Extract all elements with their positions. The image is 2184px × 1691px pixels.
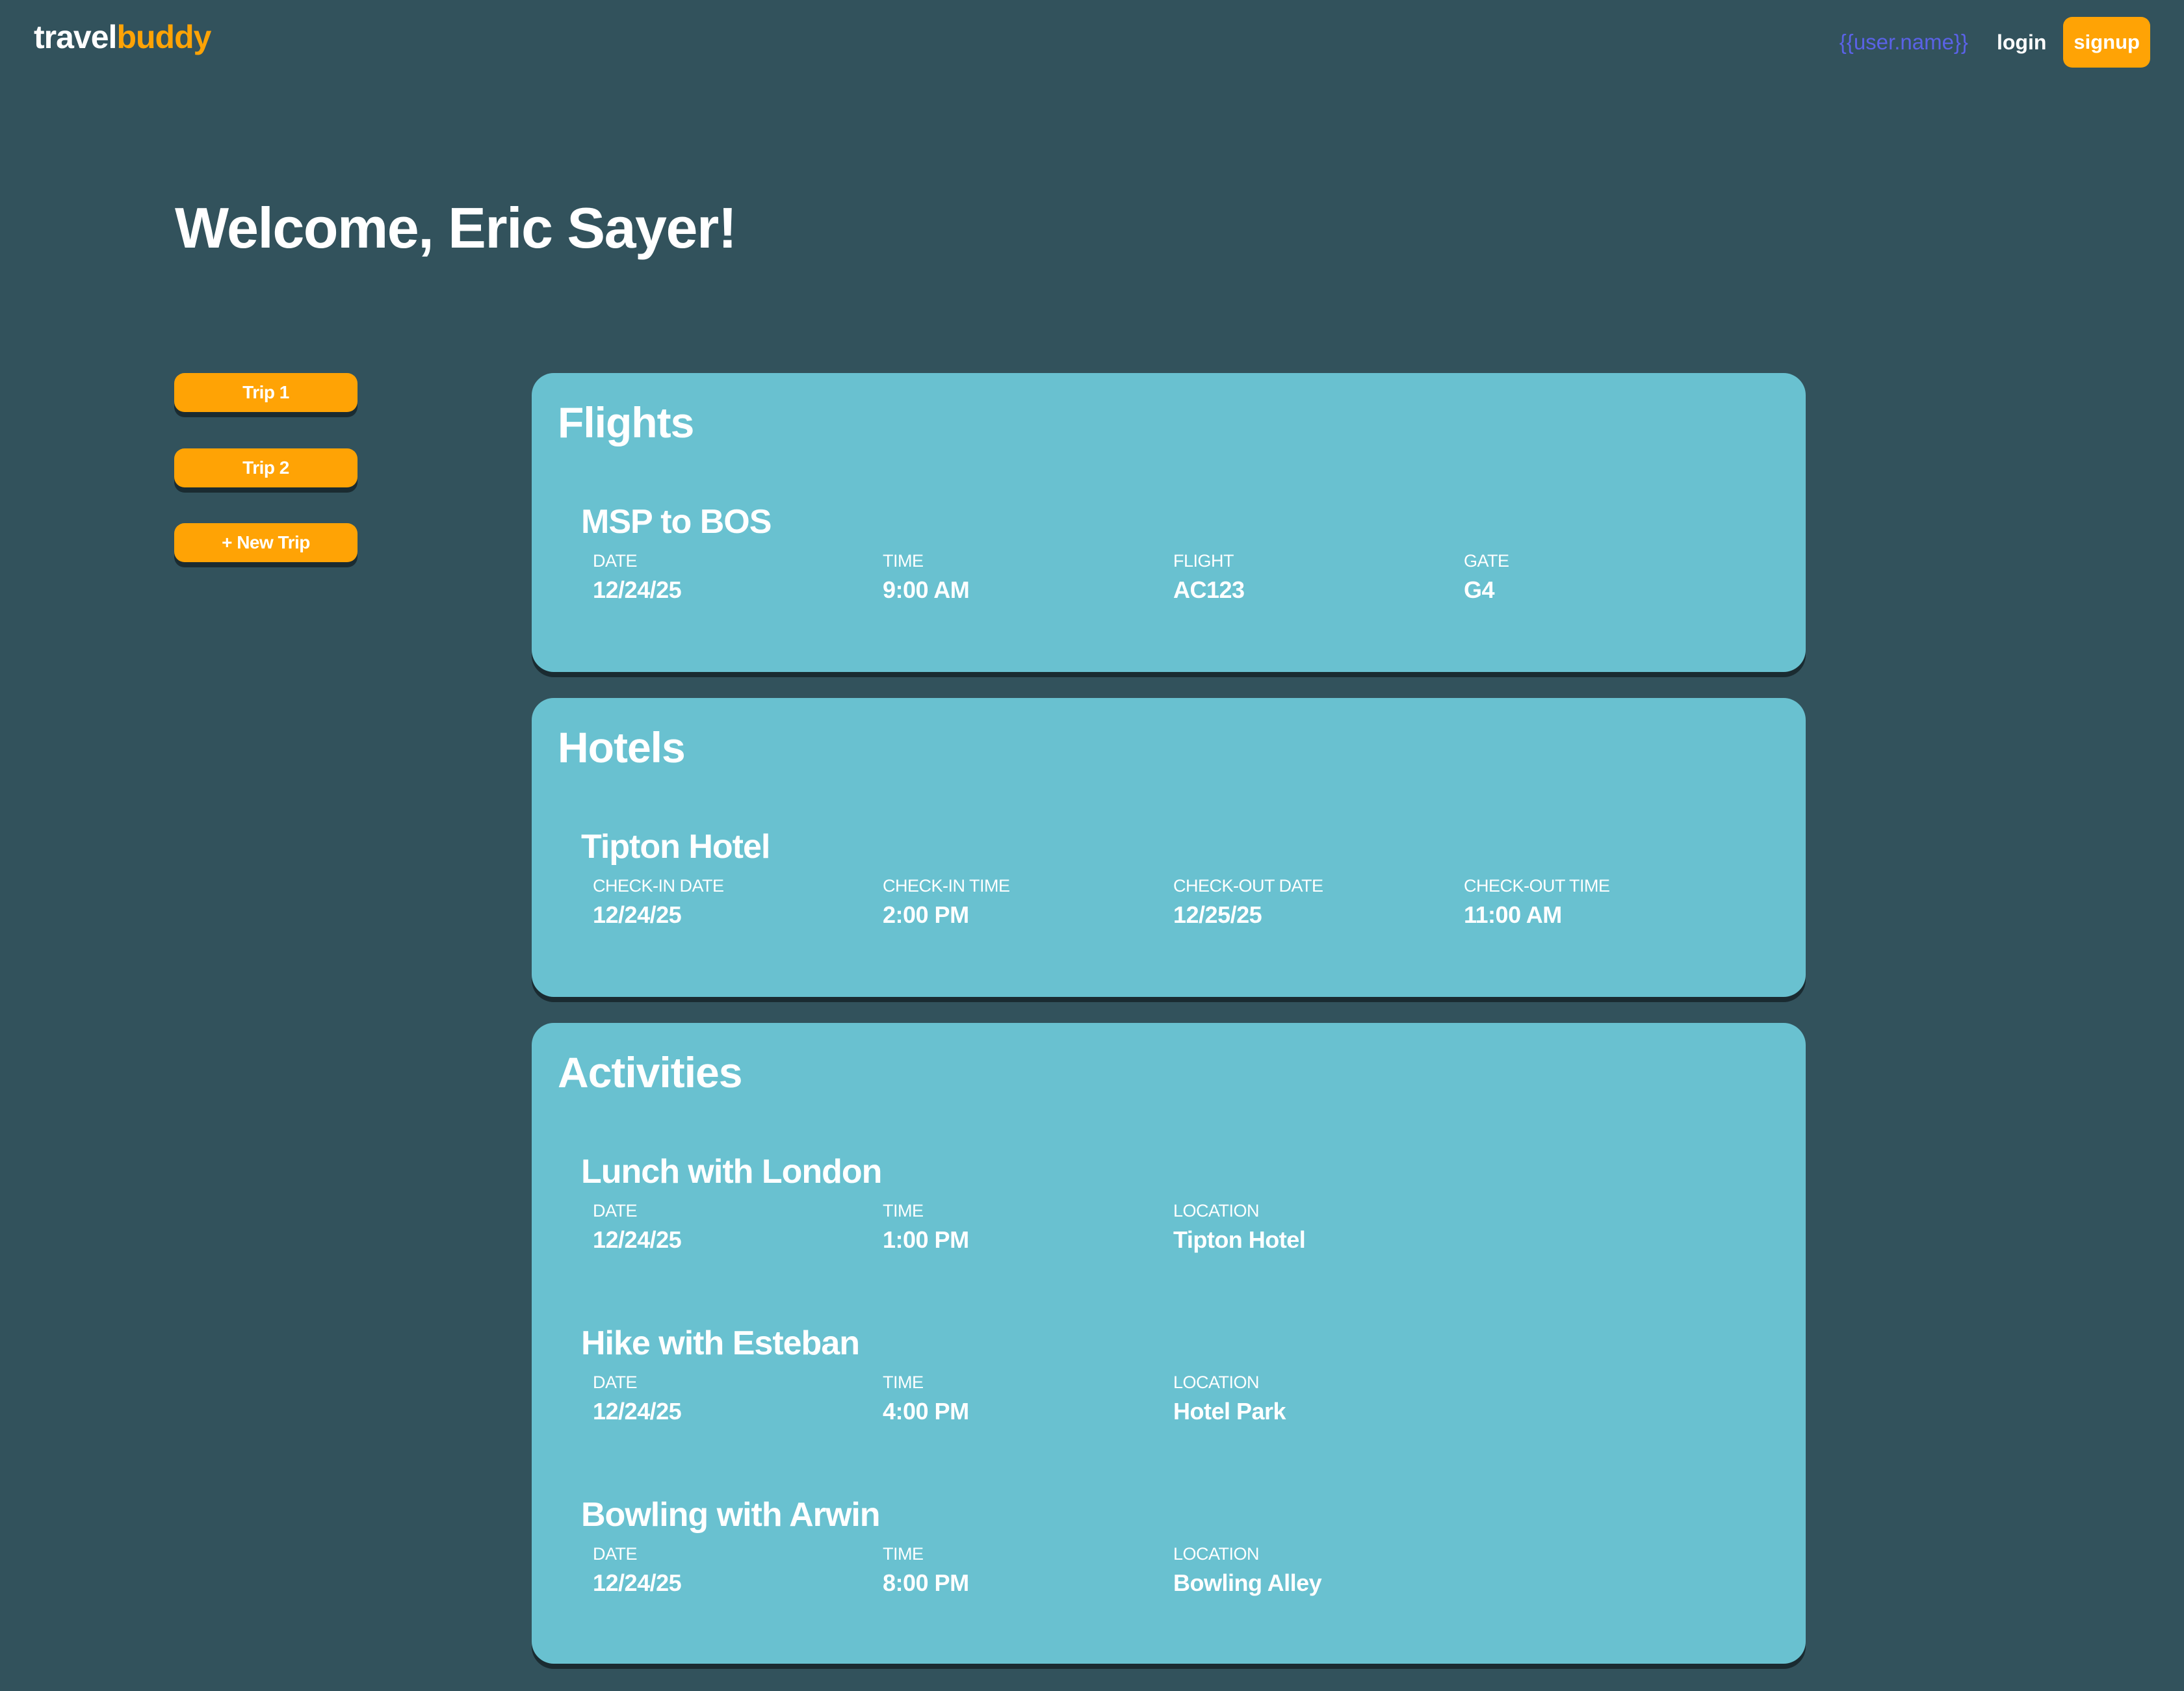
activity-time-field: TIME 8:00 PM [883,1538,969,1597]
top-navbar: travelbuddy {{user.name}} login signup [0,0,2184,84]
field-label: DATE [593,551,638,571]
welcome-heading: Welcome, Eric Sayer! [175,196,737,260]
signup-button[interactable]: signup [2063,17,2150,68]
field-label: FLIGHT [1173,551,1234,571]
activity-location-field: LOCATION Hotel Park [1173,1366,1286,1425]
activity-title: Lunch with London [581,1153,882,1191]
activity-details: DATE 12/24/25 TIME 1:00 PM LOCATION Tipt… [581,1194,1777,1266]
flights-card: Flights MSP to BOS DATE 12/24/25 TIME 9:… [532,373,1806,672]
field-label: DATE [593,1373,638,1392]
field-value: 4:00 PM [883,1398,969,1425]
activity-item: Lunch with London DATE 12/24/25 TIME 1:0… [581,1149,1777,1266]
field-value: 1:00 PM [883,1226,969,1253]
activity-location-field: LOCATION Bowling Alley [1173,1538,1322,1597]
flight-date-field: DATE 12/24/25 [593,545,682,604]
logo-text-travel: travel [34,19,117,55]
field-value: 12/24/25 [593,1569,682,1596]
trip-1-button[interactable]: Trip 1 [174,373,358,412]
logo-text-buddy: buddy [116,19,211,55]
activity-date-field: DATE 12/24/25 [593,1366,682,1425]
activity-item: Bowling with Arwin DATE 12/24/25 TIME 8:… [581,1492,1777,1609]
check-in-time-field: CHECK-IN TIME 2:00 PM [883,870,1010,929]
field-label: TIME [883,1201,924,1220]
flight-route: MSP to BOS [581,503,772,541]
check-in-date-field: CHECK-IN DATE 12/24/25 [593,870,724,929]
activities-card: Activities Lunch with London DATE 12/24/… [532,1023,1806,1664]
hotel-item: Tipton Hotel CHECK-IN DATE 12/24/25 CHEC… [581,824,1777,941]
field-label: GATE [1464,551,1509,571]
field-value: 12/24/25 [593,1226,682,1253]
field-value: G4 [1464,576,1495,603]
flight-gate-field: GATE G4 [1464,545,1509,604]
flight-details: DATE 12/24/25 TIME 9:00 AM FLIGHT AC123 … [581,545,1777,616]
field-label: CHECK-OUT DATE [1173,876,1323,896]
login-link[interactable]: login [1997,31,2046,55]
nav-actions: {{user.name}} login signup [1840,17,2150,68]
field-value: 12/24/25 [593,576,682,603]
field-value: 11:00 AM [1464,901,1562,928]
flights-title: Flights [558,398,694,446]
field-value: Hotel Park [1173,1398,1286,1425]
activity-details: DATE 12/24/25 TIME 4:00 PM LOCATION Hote… [581,1366,1777,1438]
hotels-card: Hotels Tipton Hotel CHECK-IN DATE 12/24/… [532,698,1806,997]
user-name-link[interactable]: {{user.name}} [1840,30,1968,55]
field-label: LOCATION [1173,1544,1260,1564]
activities-title: Activities [558,1048,742,1096]
activity-date-field: DATE 12/24/25 [593,1538,682,1597]
flight-item: MSP to BOS DATE 12/24/25 TIME 9:00 AM FL… [581,499,1777,616]
field-label: CHECK-IN DATE [593,876,724,896]
activity-item: Hike with Esteban DATE 12/24/25 TIME 4:0… [581,1321,1777,1438]
field-label: TIME [883,1544,924,1564]
flight-number-field: FLIGHT AC123 [1173,545,1245,604]
field-label: TIME [883,551,924,571]
hotels-title: Hotels [558,723,686,771]
activity-time-field: TIME 4:00 PM [883,1366,969,1425]
travelbuddy-logo[interactable]: travelbuddy [34,18,211,56]
field-value: 12/24/25 [593,901,682,928]
field-label: LOCATION [1173,1373,1260,1392]
check-out-date-field: CHECK-OUT DATE 12/25/25 [1173,870,1323,929]
activity-title: Bowling with Arwin [581,1496,881,1534]
field-label: DATE [593,1201,638,1220]
field-value: AC123 [1173,576,1245,603]
field-value: 12/24/25 [593,1398,682,1425]
activity-date-field: DATE 12/24/25 [593,1194,682,1254]
field-label: TIME [883,1373,924,1392]
field-label: DATE [593,1544,638,1564]
flight-time-field: TIME 9:00 AM [883,545,970,604]
activity-time-field: TIME 1:00 PM [883,1194,969,1254]
field-label: CHECK-IN TIME [883,876,1010,896]
field-value: 2:00 PM [883,901,969,928]
field-value: 9:00 AM [883,576,970,603]
field-value: Tipton Hotel [1173,1226,1306,1253]
hotel-details: CHECK-IN DATE 12/24/25 CHECK-IN TIME 2:0… [581,870,1777,941]
activity-location-field: LOCATION Tipton Hotel [1173,1194,1306,1254]
activity-title: Hike with Esteban [581,1324,860,1362]
trip-2-button[interactable]: Trip 2 [174,448,358,487]
field-value: 12/25/25 [1173,901,1262,928]
field-value: Bowling Alley [1173,1569,1322,1596]
hotel-name: Tipton Hotel [581,828,770,866]
check-out-time-field: CHECK-OUT TIME 11:00 AM [1464,870,1610,929]
field-value: 8:00 PM [883,1569,969,1596]
field-label: CHECK-OUT TIME [1464,876,1610,896]
activity-details: DATE 12/24/25 TIME 8:00 PM LOCATION Bowl… [581,1538,1777,1609]
new-trip-button[interactable]: + New Trip [174,523,358,562]
field-label: LOCATION [1173,1201,1260,1220]
